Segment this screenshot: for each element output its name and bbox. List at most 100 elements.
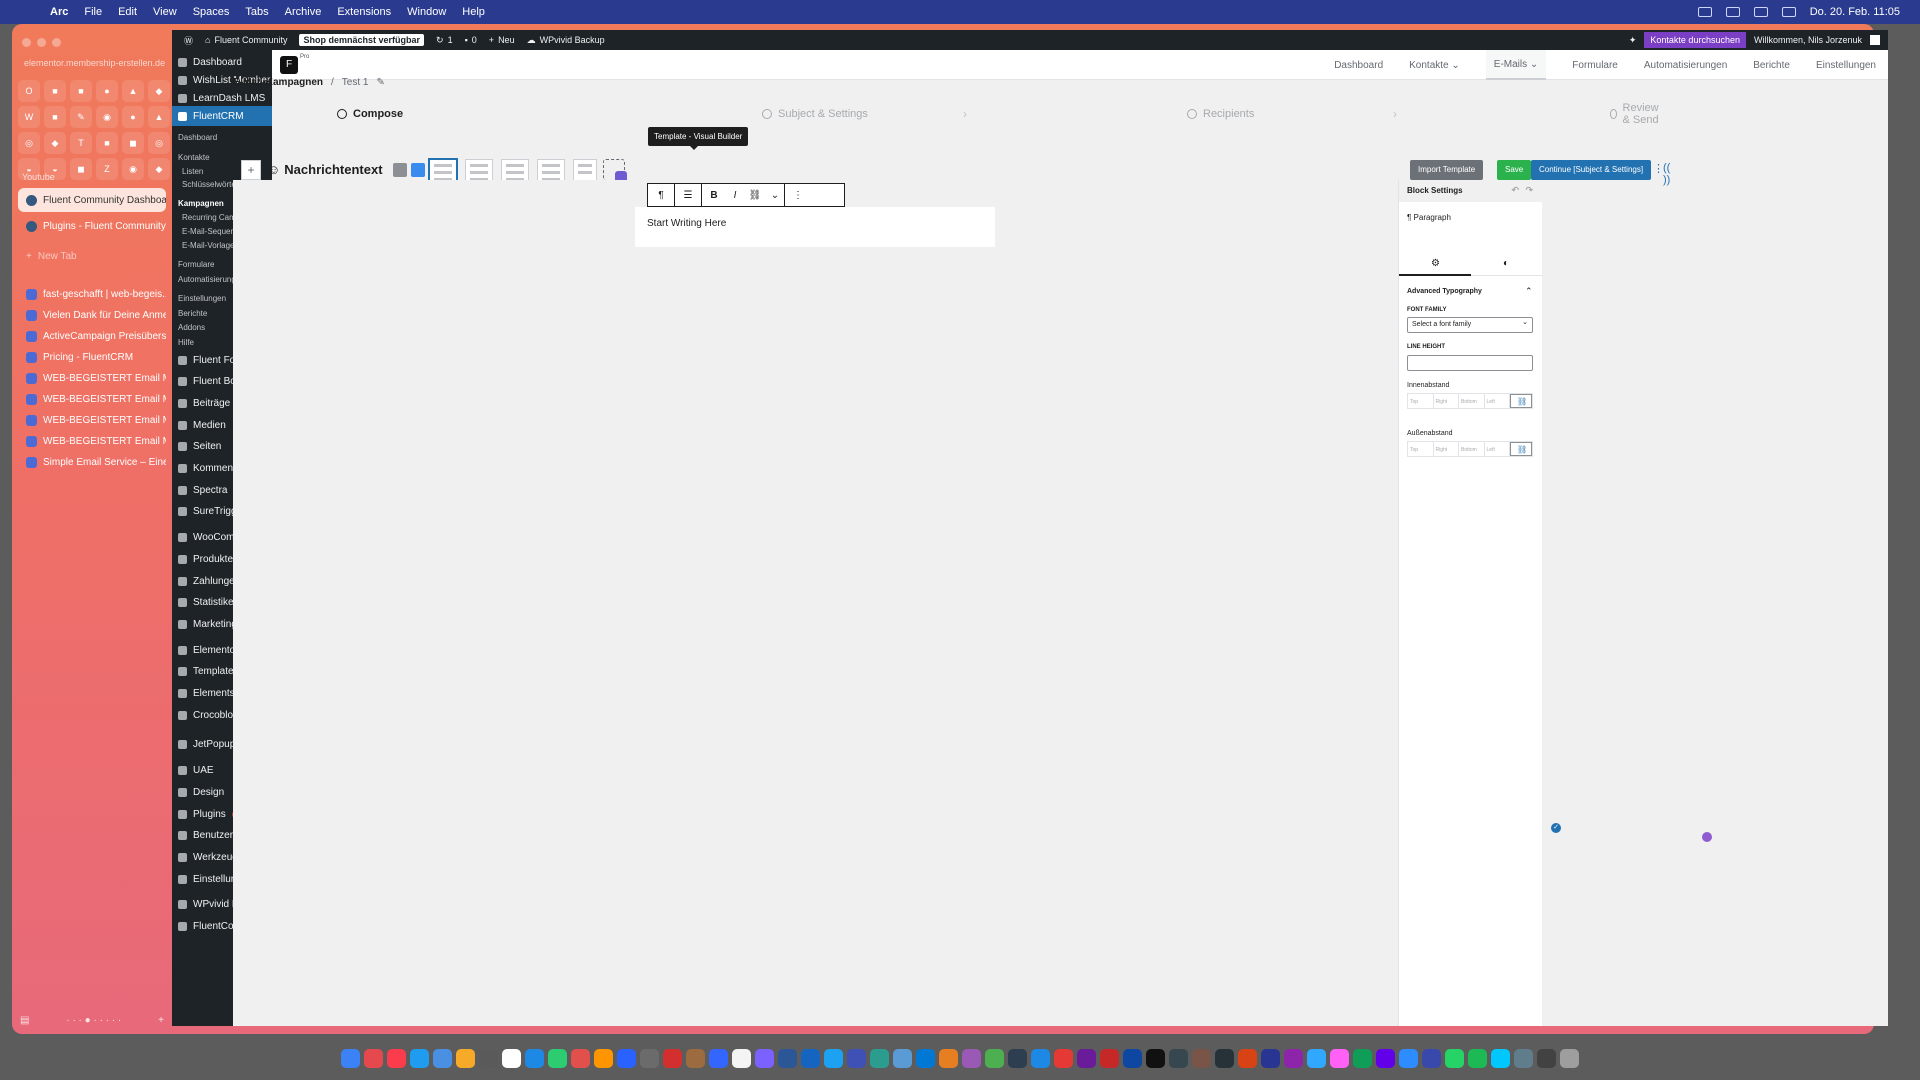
- dock-app-icon[interactable]: [1123, 1048, 1142, 1068]
- step-review-send[interactable]: Review & Send: [1610, 102, 1665, 126]
- dock-app-icon[interactable]: [1330, 1048, 1349, 1068]
- dock-app-icon[interactable]: [594, 1048, 613, 1068]
- dock-app-icon[interactable]: [1284, 1048, 1303, 1068]
- clock[interactable]: Do. 20. Feb. 11:05: [1810, 6, 1900, 18]
- dock-app-icon[interactable]: [1514, 1048, 1533, 1068]
- dock-app-icon[interactable]: [847, 1048, 866, 1068]
- continue-button[interactable]: Continue [Subject & Settings]: [1531, 160, 1652, 180]
- redo-icon[interactable]: ↷: [1525, 185, 1533, 196]
- dock-app-icon[interactable]: [663, 1048, 682, 1068]
- favorite-icon[interactable]: T: [70, 132, 92, 154]
- font-family-select[interactable]: Select a font family: [1407, 317, 1533, 333]
- dock-app-icon[interactable]: [1491, 1048, 1510, 1068]
- favorite-icon[interactable]: ▲: [148, 106, 170, 128]
- dock-app-icon[interactable]: [1238, 1048, 1257, 1068]
- nav-forms[interactable]: Formulare: [1572, 60, 1618, 71]
- nav-dashboard[interactable]: Dashboard: [1334, 60, 1383, 71]
- menu-file[interactable]: File: [84, 6, 102, 18]
- favorite-icon[interactable]: ◎: [18, 132, 40, 154]
- new-tab-button[interactable]: + New Tab: [18, 244, 166, 268]
- save-button[interactable]: Save: [1497, 160, 1532, 180]
- pinned-tab-dashboard[interactable]: Fluent Community Dashboa...: [18, 188, 166, 212]
- favorite-icon[interactable]: Z: [96, 158, 118, 180]
- dock-app-icon[interactable]: [939, 1048, 958, 1068]
- close-window-button[interactable]: [22, 38, 31, 47]
- styles-tab-contrast-icon[interactable]: ◐: [1503, 258, 1509, 269]
- dock-app-icon[interactable]: [502, 1048, 521, 1068]
- favorite-icon[interactable]: ◆: [148, 80, 170, 102]
- favorite-icon[interactable]: ◉: [96, 106, 118, 128]
- dock-app-icon[interactable]: [778, 1048, 797, 1068]
- dock-app-icon[interactable]: [1468, 1048, 1487, 1068]
- step-subject-settings[interactable]: Subject & Settings: [762, 108, 868, 120]
- menu-edit[interactable]: Edit: [118, 6, 137, 18]
- submenu-dashboard[interactable]: Dashboard: [178, 133, 217, 142]
- add-block-button[interactable]: +: [241, 160, 261, 180]
- favorite-icon[interactable]: ●: [122, 106, 144, 128]
- dock-app-icon[interactable]: [364, 1048, 383, 1068]
- link-sides-icon[interactable]: ⛓: [1510, 394, 1532, 408]
- padding-right[interactable]: Right: [1434, 394, 1459, 408]
- eye-icon[interactable]: [411, 163, 425, 177]
- menu-extensions[interactable]: Extensions: [337, 6, 391, 18]
- welcome-user[interactable]: Willkommen, Nils Jorzenuk: [1754, 35, 1862, 45]
- favorite-icon[interactable]: ◉: [122, 158, 144, 180]
- template-plain[interactable]: [429, 159, 457, 181]
- align-icon[interactable]: ☰: [675, 184, 701, 206]
- paragraph-block[interactable]: Start Writing Here: [635, 207, 995, 247]
- favorite-icon[interactable]: ◎: [148, 132, 170, 154]
- menu-window[interactable]: Window: [407, 6, 446, 18]
- menu-app[interactable]: Arc: [50, 6, 68, 18]
- visual-builder-icon[interactable]: [603, 159, 627, 183]
- favorite-icon[interactable]: ■: [96, 132, 118, 154]
- dock-app-icon[interactable]: [433, 1048, 452, 1068]
- arc-url-bar[interactable]: elementor.membership-erstellen.de: [24, 58, 165, 68]
- search-icon[interactable]: [1781, 7, 1796, 17]
- dock-app-icon[interactable]: [1100, 1048, 1119, 1068]
- padding-left[interactable]: Left: [1485, 394, 1510, 408]
- favorite-icon[interactable]: ◆: [148, 158, 170, 180]
- submenu-settings[interactable]: Einstellungen: [178, 294, 226, 303]
- contact-search-button[interactable]: Kontakte durchsuchen: [1644, 32, 1746, 48]
- submenu-contacts[interactable]: Kontakte: [178, 153, 210, 162]
- pinned-tab-plugins[interactable]: Plugins - Fluent Community: [18, 214, 166, 238]
- submenu-help[interactable]: Hilfe: [178, 338, 194, 347]
- dock-app-icon[interactable]: [801, 1048, 820, 1068]
- menu-dashboard[interactable]: Dashboard: [172, 52, 272, 72]
- undo-icon[interactable]: ↶: [1511, 185, 1519, 196]
- screen-icon[interactable]: [1697, 7, 1712, 17]
- template-simple[interactable]: [465, 159, 493, 181]
- dock-app-icon[interactable]: [1261, 1048, 1280, 1068]
- dock-app-icon[interactable]: [962, 1048, 981, 1068]
- menu-view[interactable]: View: [153, 6, 177, 18]
- menu-spaces[interactable]: Spaces: [193, 6, 230, 18]
- dock-app-icon[interactable]: [709, 1048, 728, 1068]
- more-options-icon[interactable]: ⋮: [785, 184, 811, 206]
- dock-app-icon[interactable]: [1399, 1048, 1418, 1068]
- site-name[interactable]: ⌂ Fluent Community: [205, 35, 287, 45]
- dock-app-icon[interactable]: [1307, 1048, 1326, 1068]
- dock-app-icon[interactable]: [1192, 1048, 1211, 1068]
- favorite-icon[interactable]: ■: [44, 80, 66, 102]
- dock-app-icon[interactable]: [1422, 1048, 1441, 1068]
- nav-settings[interactable]: Einstellungen: [1816, 60, 1876, 71]
- wpvivid-link[interactable]: ☁ WPvivid Backup: [527, 35, 605, 46]
- submenu-addons[interactable]: Addons: [178, 323, 205, 332]
- add-space-icon[interactable]: +: [158, 1015, 164, 1026]
- dock-app-icon[interactable]: [525, 1048, 544, 1068]
- submenu-lists[interactable]: Listen: [182, 167, 203, 176]
- margin-right[interactable]: Right: [1434, 442, 1459, 456]
- dock-app-icon[interactable]: [1077, 1048, 1096, 1068]
- breadcrumb-root[interactable]: E-Mail-Kampagnen: [233, 77, 323, 88]
- code-icon[interactable]: (( )): [1663, 162, 1670, 186]
- minimize-window-button[interactable]: [37, 38, 46, 47]
- edit-icon[interactable]: ✎: [376, 77, 384, 88]
- dock-app-icon[interactable]: [1146, 1048, 1165, 1068]
- spaces-dots[interactable]: · · · ● · · · · ·: [66, 1015, 121, 1026]
- submenu-keywords[interactable]: Schlüsselwörter: [182, 180, 238, 189]
- dock-app-icon[interactable]: [617, 1048, 636, 1068]
- dock-app-icon[interactable]: [571, 1048, 590, 1068]
- padding-bottom[interactable]: Bottom: [1459, 394, 1485, 408]
- link-icon[interactable]: ⛓: [744, 184, 766, 206]
- nav-contacts[interactable]: Kontakte ⌄: [1409, 60, 1460, 71]
